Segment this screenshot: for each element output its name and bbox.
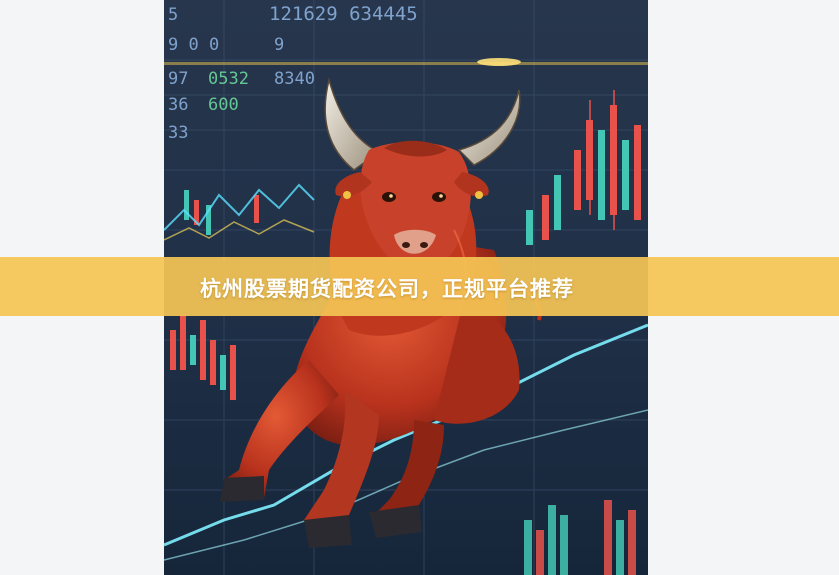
svg-text:0532: 0532 bbox=[208, 69, 249, 89]
banner-title: 杭州股票期货配资公司，正规平台推荐 bbox=[200, 277, 574, 301]
svg-text:33: 33 bbox=[168, 123, 188, 143]
svg-text:121629 634445: 121629 634445 bbox=[269, 3, 418, 25]
svg-text:5: 5 bbox=[168, 5, 178, 25]
svg-text:9 0 0: 9 0 0 bbox=[168, 35, 219, 55]
svg-text:8340: 8340 bbox=[274, 69, 315, 89]
svg-text:600: 600 bbox=[208, 95, 239, 115]
svg-text:9: 9 bbox=[274, 35, 284, 55]
svg-text:36: 36 bbox=[168, 95, 188, 115]
svg-text:97: 97 bbox=[168, 69, 188, 89]
